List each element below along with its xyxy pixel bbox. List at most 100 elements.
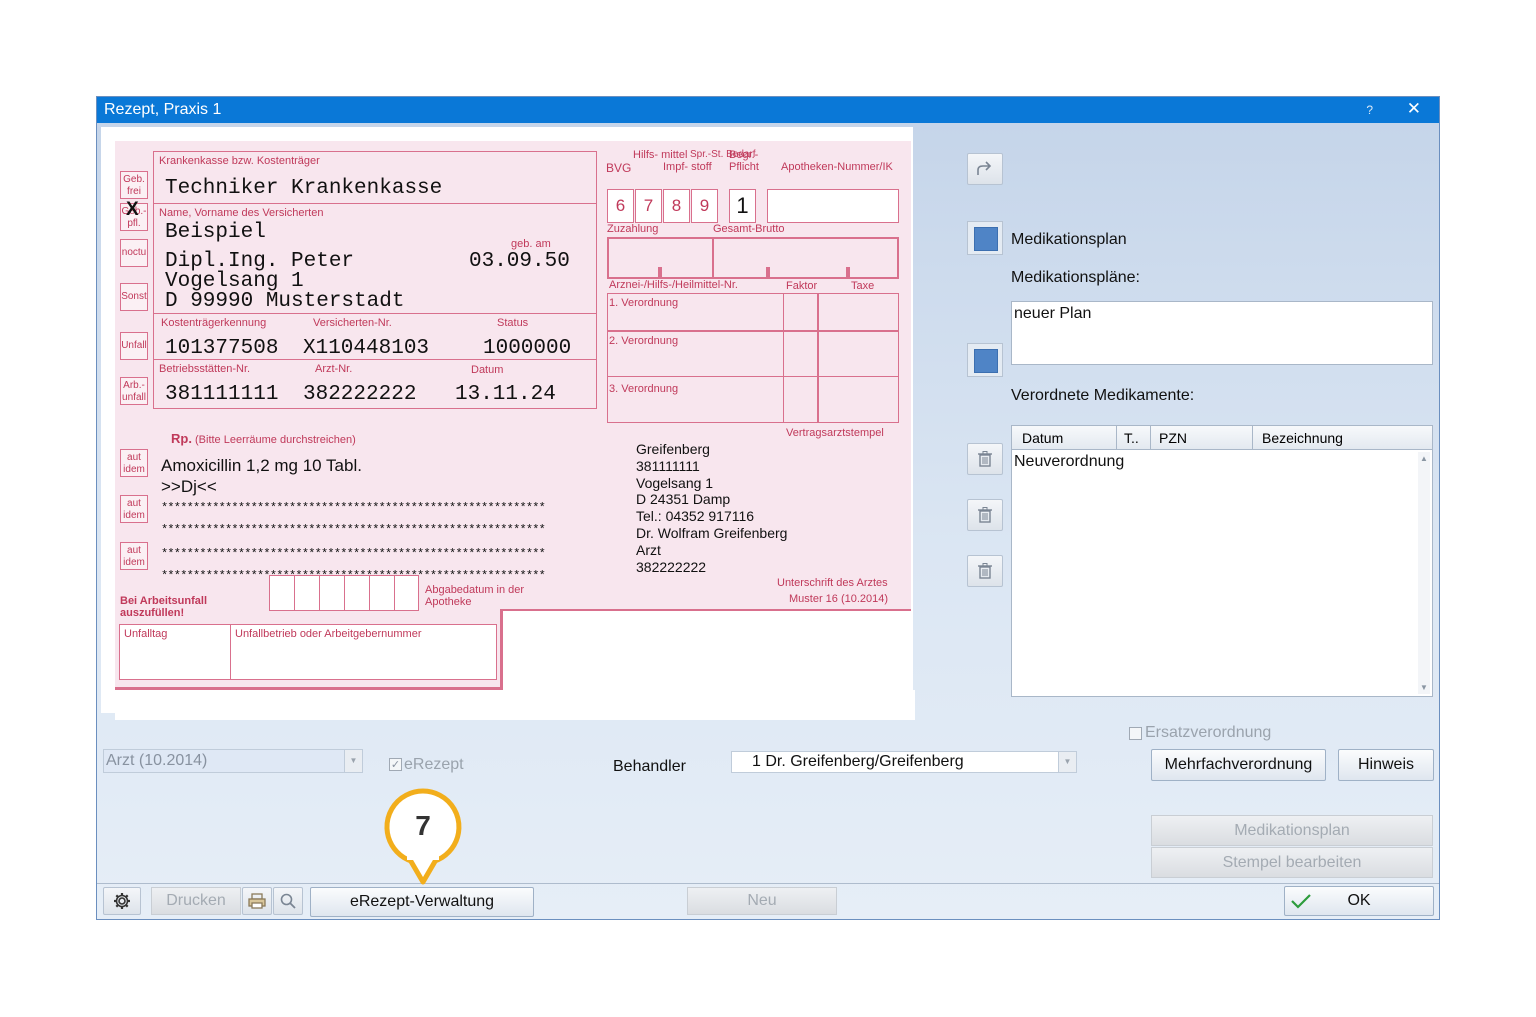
stempel-line: Greifenberg — [636, 441, 710, 457]
gear-icon[interactable] — [103, 887, 141, 915]
status-value[interactable]: 1000000 — [483, 337, 571, 360]
ktk-label: Kostenträgerkennung — [161, 317, 267, 329]
bsnr-value[interactable]: 381111111 — [165, 383, 278, 406]
medikationsplan-label: Medikationsplan — [1011, 231, 1127, 248]
begr-label: Begr.- Pflicht — [729, 149, 759, 173]
stempel-bearbeiten-button[interactable]: Stempel bearbeiten — [1151, 847, 1433, 878]
ok-button[interactable]: OK — [1284, 886, 1434, 916]
brutto-label: Gesamt-Brutto — [713, 223, 785, 235]
unfall-box[interactable]: Unfall — [120, 332, 148, 360]
geb-pfl-box[interactable]: Geb.- pfl. X — [120, 199, 148, 231]
vnr-value[interactable]: X110448103 — [303, 337, 429, 360]
trash-icon[interactable] — [967, 499, 1003, 531]
medication-line-1[interactable]: Amoxicillin 1,2 mg 10 Tabl. — [161, 456, 362, 476]
close-icon[interactable]: ✕ — [1407, 99, 1421, 119]
aut-idem-box-2[interactable]: aut idem — [120, 495, 148, 523]
arbeitsunfall-box[interactable]: Arb.- unfall — [120, 377, 148, 405]
geb-frei-box[interactable]: Geb. frei — [120, 171, 148, 199]
datum-value[interactable]: 13.11.24 — [455, 383, 556, 406]
unfalltag-label: Unfalltag — [124, 628, 168, 640]
formular-select-value: Arzt (10.2014) — [106, 752, 208, 769]
medikationsplan-button[interactable]: Medikationsplan — [1151, 815, 1433, 846]
kostentraeger-value[interactable]: Techniker Krankenkasse — [165, 177, 442, 200]
erezept-verwaltung-button[interactable]: eRezept-Verwaltung — [310, 887, 534, 917]
col-datum[interactable]: Datum — [1022, 430, 1063, 446]
plan-item[interactable]: neuer Plan — [1014, 305, 1091, 323]
begr-value-box[interactable]: 1 — [729, 189, 756, 223]
ktk-value[interactable]: 101377508 — [165, 337, 278, 360]
digit-box-8[interactable]: 8 — [663, 189, 690, 223]
verordnung-1-label: 1. Verordnung — [609, 297, 679, 309]
apotheke-nr-field[interactable] — [767, 189, 899, 223]
medikationsplaene-label: Medikationspläne: — [1011, 269, 1140, 286]
chevron-down-icon[interactable]: ▼ — [344, 750, 362, 772]
digit-box-9[interactable]: 9 — [691, 189, 718, 223]
trash-icon[interactable] — [967, 555, 1003, 587]
erezept-checkbox[interactable]: ✓ — [389, 758, 402, 771]
status-label: Status — [497, 317, 529, 329]
medikamente-table: Datum T.. PZN Bezeichnung Neuverordnung … — [1011, 425, 1433, 697]
scroll-up-icon[interactable]: ▲ — [1420, 454, 1428, 463]
hinweis-button[interactable]: Hinweis — [1338, 749, 1434, 781]
aut-idem-box-1[interactable]: aut idem — [120, 449, 148, 477]
col-pzn[interactable]: PZN — [1159, 430, 1187, 446]
window-title: Rezept, Praxis 1 — [104, 101, 222, 118]
sonst-box[interactable]: Sonst — [120, 283, 148, 311]
muster-label: Muster 16 (10.2014) — [789, 593, 889, 605]
ersatzverordnung-checkbox[interactable] — [1129, 727, 1142, 740]
digit-box-7[interactable]: 7 — [635, 189, 662, 223]
ersatzverordnung-label: Ersatzverordnung — [1145, 724, 1272, 741]
prescription-form: Krankenkasse bzw. Kostenträger Techniker… — [101, 127, 915, 720]
arzt-stempel: Greifenberg 381111111 Vogelsang 1 D 2435… — [636, 441, 787, 575]
neu-button[interactable]: Neu — [687, 887, 837, 915]
medikationsplan-toggle[interactable] — [967, 221, 1003, 255]
vnr-label: Versicherten-Nr. — [313, 317, 392, 329]
arznei-nr-label: Arznei-/Hilfs-/Heilmittel-Nr. — [609, 279, 738, 291]
scroll-down-icon[interactable]: ▼ — [1420, 683, 1428, 692]
kostentraeger-label: Krankenkasse bzw. Kostenträger — [159, 155, 320, 167]
trash-icon[interactable] — [967, 443, 1003, 475]
medication-line-2[interactable]: >>Dj<< — [161, 477, 217, 497]
apotheke-label: Apotheken-Nummer/IK — [781, 161, 893, 173]
arzt-nr-value[interactable]: 382222222 — [303, 383, 416, 406]
geb-pfl-mark: X — [126, 199, 139, 220]
printer-icon[interactable] — [242, 887, 272, 915]
zuzahlung-field[interactable] — [607, 237, 899, 279]
search-icon[interactable] — [273, 887, 303, 915]
impfstoff-label: Impf- stoff — [663, 161, 712, 173]
stempel-line: Dr. Wolfram Greifenberg — [636, 524, 788, 541]
col-t[interactable]: T.. — [1124, 430, 1139, 446]
datum-label: Datum — [471, 364, 504, 376]
stempel-label: Vertragsarztstempel — [786, 427, 884, 439]
behandler-select[interactable]: 1 Dr. Greifenberg/Greifenberg ▼ — [731, 751, 1077, 773]
stars-line-2: ****************************************… — [161, 523, 546, 537]
help-icon[interactable]: ? — [1366, 103, 1373, 117]
noctu-box[interactable]: noctu — [120, 239, 148, 267]
col-bezeichnung[interactable]: Bezeichnung — [1262, 430, 1343, 446]
behandler-label: Behandler — [613, 758, 686, 775]
verordnete-label: Verordnete Medikamente: — [1011, 387, 1195, 404]
drucken-button[interactable]: Drucken — [151, 887, 241, 915]
verordnung-grid — [607, 293, 899, 423]
medikationsplaene-list[interactable]: neuer Plan — [1011, 301, 1433, 365]
table-scrollbar[interactable]: ▲ ▼ — [1418, 452, 1430, 694]
checkmark-icon — [1291, 894, 1311, 909]
patient-surname[interactable]: Beispiel — [165, 221, 266, 244]
rp-hint: (Bitte Leerräume durchstreichen) — [195, 434, 356, 446]
redo-icon[interactable] — [967, 153, 1003, 185]
stempel-line: 382222222 — [636, 558, 707, 575]
formular-select[interactable]: Arzt (10.2014) ▼ — [103, 749, 363, 773]
medikationsplan-select-button[interactable] — [967, 343, 1003, 377]
table-row[interactable]: Neuverordnung — [1014, 453, 1124, 471]
hilfsmittel-label: Hilfs- mittel — [633, 149, 688, 161]
birthdate-value[interactable]: 03.09.50 — [469, 250, 570, 273]
aut-idem-box-3[interactable]: aut idem — [120, 542, 148, 570]
patient-city[interactable]: D 99990 Musterstadt — [165, 290, 404, 313]
chevron-down-icon[interactable]: ▼ — [1058, 752, 1076, 772]
arbeitsunfall-label: Bei Arbeitsunfall auszufüllen! — [120, 595, 207, 619]
digit-box-6[interactable]: 6 — [607, 189, 634, 223]
erezept-label: eRezept — [404, 756, 464, 773]
title-bar: Rezept, Praxis 1 ? ✕ — [97, 97, 1439, 123]
mehrfachverordnung-button[interactable]: Mehrfachverordnung — [1151, 749, 1326, 781]
verordnung-2-label: 2. Verordnung — [609, 335, 679, 347]
